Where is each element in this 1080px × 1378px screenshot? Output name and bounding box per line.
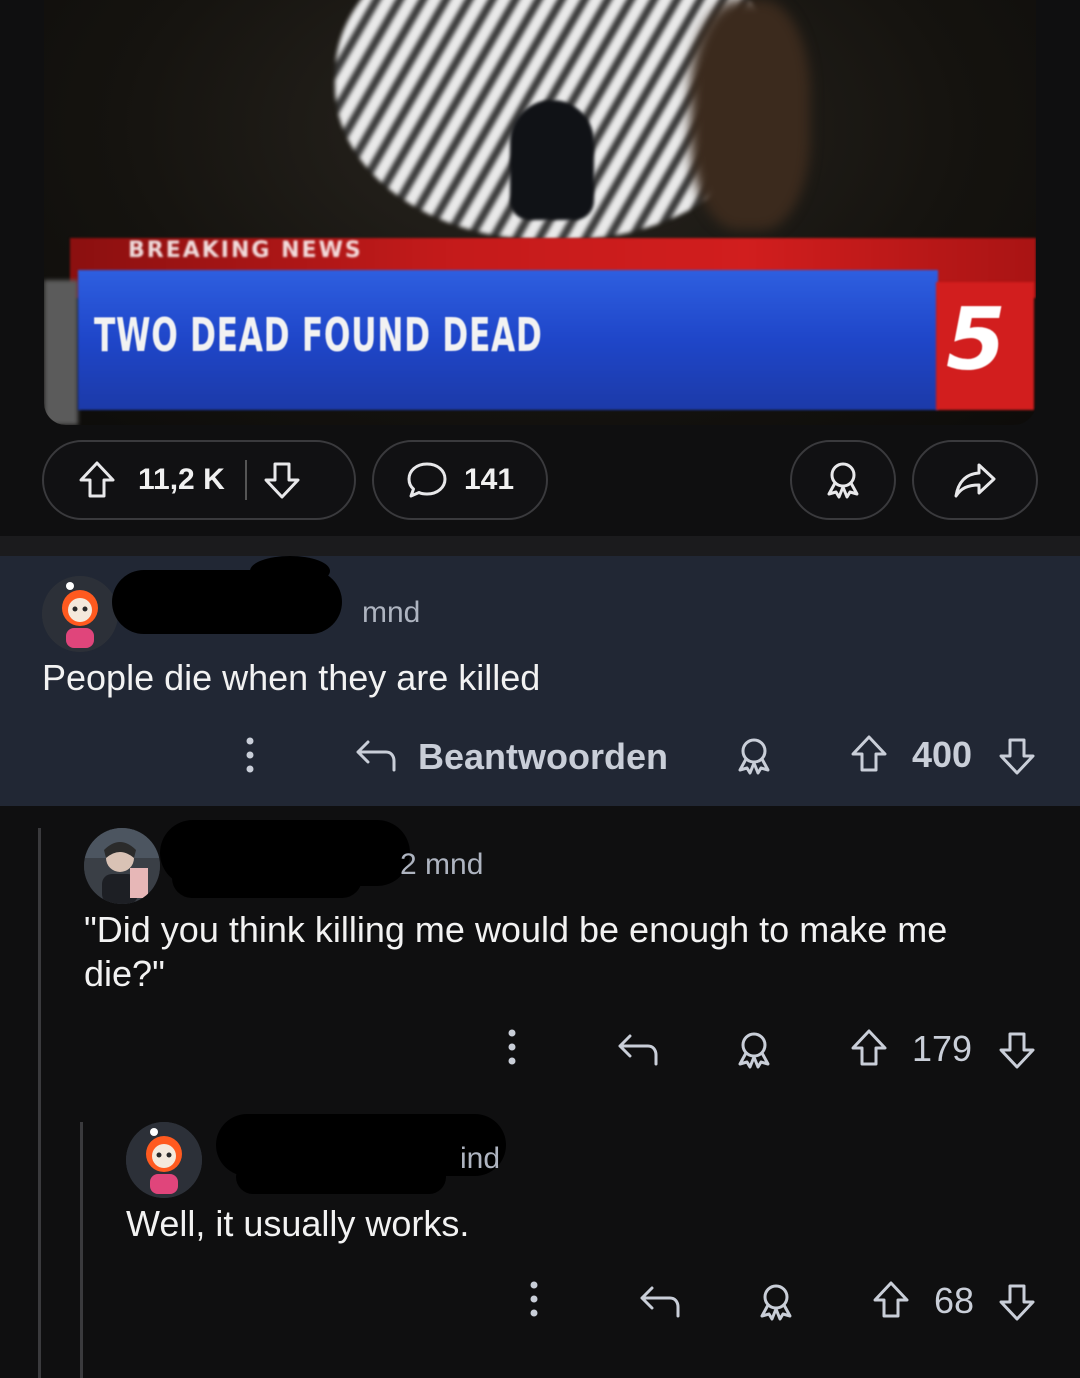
section-divider	[0, 536, 1080, 556]
thread-line[interactable]	[38, 828, 41, 1378]
chyron-left-strip	[44, 280, 78, 425]
comment-text: "Did you think killing me would be enoug…	[84, 909, 948, 994]
redaction-scribble	[172, 858, 362, 898]
award-icon[interactable]	[734, 1030, 774, 1075]
reply-label: Beantwoorden	[418, 735, 669, 777]
reporter-hair	[690, 0, 810, 230]
share-button[interactable]	[912, 440, 1038, 520]
vote-divider	[244, 460, 247, 500]
downvote-icon[interactable]	[998, 1282, 1036, 1327]
thread-line[interactable]	[80, 1122, 83, 1378]
comment-score: 400	[912, 734, 973, 775]
avatar[interactable]	[126, 1122, 202, 1198]
upvote-icon[interactable]	[850, 734, 888, 779]
upvote-icon[interactable]	[850, 1028, 888, 1073]
comment-time: ind	[460, 1142, 501, 1175]
reply-button[interactable]: Beantwoorden	[354, 734, 668, 779]
reply-icon[interactable]	[616, 1028, 660, 1073]
reply-icon	[354, 734, 398, 779]
award-button[interactable]	[790, 440, 896, 520]
more-options-icon[interactable]	[528, 1280, 540, 1323]
redaction-scribble	[236, 1160, 446, 1194]
breaking-news-label: BREAKING NEWS	[128, 238, 363, 263]
comment-score: 179	[912, 1028, 973, 1069]
comment-time: mnd	[362, 596, 421, 629]
post-image[interactable]: BREAKING NEWS TWO DEAD FOUND DEAD 5	[44, 0, 1036, 425]
downvote-icon[interactable]	[263, 460, 301, 500]
comment-time: 2 mnd	[400, 848, 484, 881]
upvote-icon[interactable]	[78, 460, 116, 500]
chyron-headline: TWO DEAD FOUND DEAD	[94, 308, 543, 362]
reply-icon[interactable]	[638, 1280, 682, 1325]
vote-pill: 11,2 K	[42, 440, 356, 520]
downvote-icon[interactable]	[998, 1030, 1036, 1075]
microphone	[510, 100, 594, 220]
comments-button[interactable]: 141	[372, 440, 548, 520]
upvote-count: 11,2 K	[138, 463, 225, 496]
avatar[interactable]	[84, 828, 160, 904]
award-icon[interactable]	[734, 736, 774, 781]
share-icon	[953, 460, 997, 500]
comment-score: 68	[934, 1280, 975, 1321]
upvote-icon[interactable]	[872, 1280, 910, 1325]
comment-text: People die when they are killed	[42, 657, 541, 698]
avatar[interactable]	[42, 576, 118, 652]
comment-count: 141	[464, 463, 515, 496]
comment-text: Well, it usually works.	[126, 1203, 470, 1244]
channel-number: 5	[946, 290, 1006, 390]
award-icon[interactable]	[756, 1282, 796, 1327]
award-icon	[823, 460, 863, 500]
redaction-scribble	[250, 556, 330, 586]
more-options-icon[interactable]	[244, 736, 256, 779]
more-options-icon[interactable]	[506, 1028, 518, 1071]
downvote-icon[interactable]	[998, 736, 1036, 781]
comment-bubble-icon	[406, 460, 448, 500]
